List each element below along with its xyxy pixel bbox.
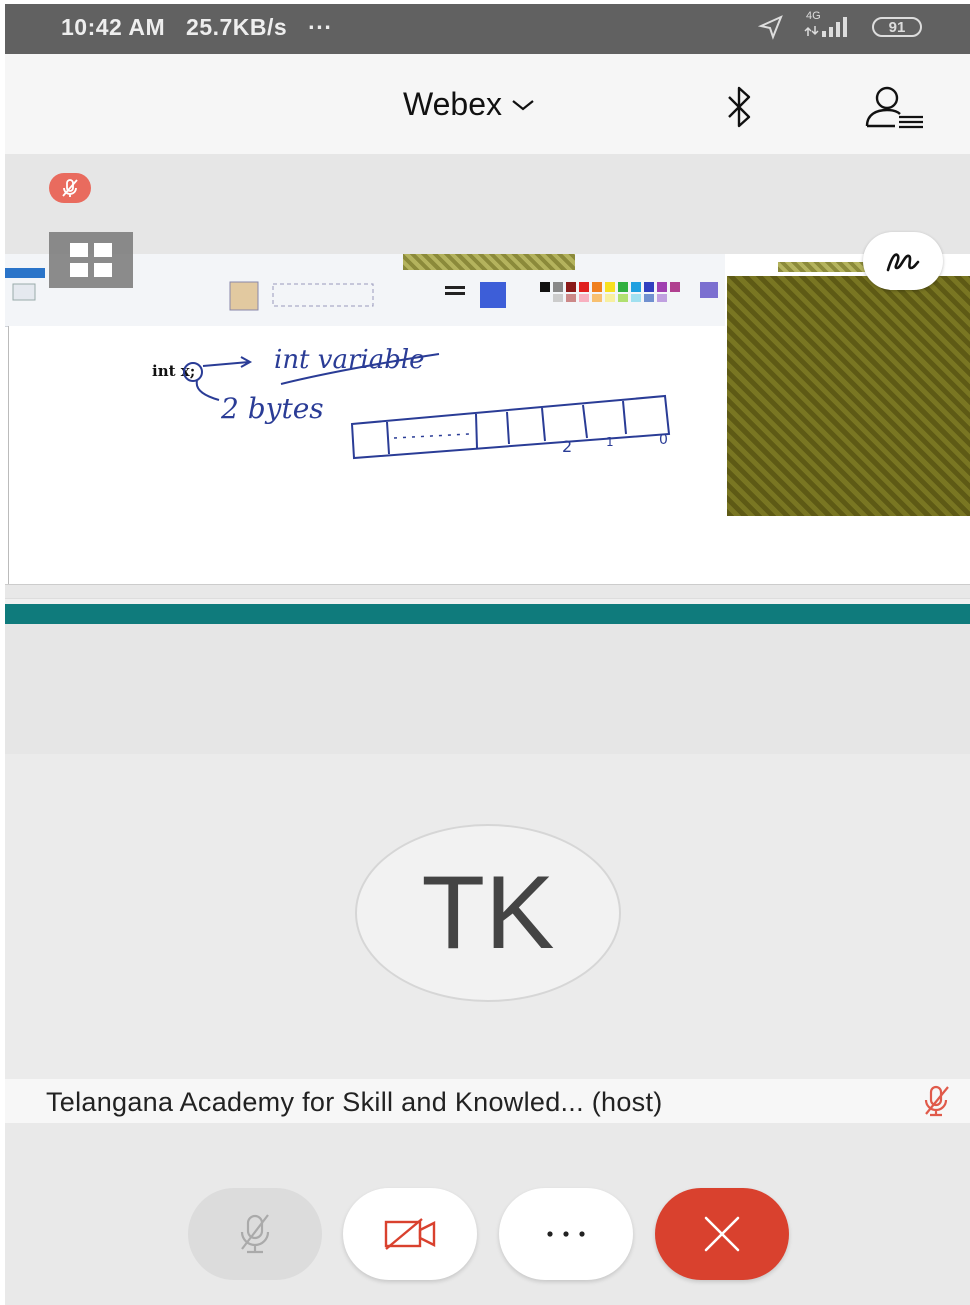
mic-muted-icon xyxy=(924,1085,949,1117)
handwritten-note-bytes: 2 bytes xyxy=(220,392,324,425)
active-speaker-panel: TK xyxy=(5,754,970,1079)
window-titlebar-pattern xyxy=(778,262,868,272)
app-title: Webex xyxy=(403,86,503,122)
signal-icon: 4G xyxy=(804,10,852,40)
desktop-background xyxy=(727,276,970,516)
bit-label: 2 xyxy=(562,437,572,456)
call-controls xyxy=(5,1123,970,1305)
avatar: TK xyxy=(355,824,621,1002)
windows-taskbar xyxy=(5,604,970,624)
mic-muted-icon xyxy=(240,1214,270,1254)
drawing-canvas: int x; int variable 2 bytes 2 1 0 xyxy=(8,326,725,584)
video-off-icon xyxy=(384,1218,436,1250)
end-call-button[interactable] xyxy=(655,1188,789,1280)
meeting-app-selector[interactable]: Webex xyxy=(403,86,536,123)
network-type: 4G xyxy=(806,10,821,22)
annotate-button[interactable] xyxy=(863,232,943,290)
handwriting-drawing: int x; int variable 2 bytes 2 1 0 xyxy=(152,345,671,460)
chevron-down-icon xyxy=(512,99,534,110)
start-video-button[interactable] xyxy=(343,1188,477,1280)
unmute-button[interactable] xyxy=(188,1188,322,1280)
avatar-initials: TK xyxy=(421,854,555,971)
presenter-muted-badge xyxy=(49,173,91,203)
grid-icon xyxy=(70,243,88,257)
close-icon xyxy=(704,1216,740,1252)
bit-label: 0 xyxy=(659,432,668,448)
screen-share-area: int x; int variable 2 bytes 2 1 0 xyxy=(5,154,970,754)
battery-indicator: 91 xyxy=(872,17,922,37)
bit-label: 1 xyxy=(606,435,614,449)
mic-muted-icon xyxy=(62,179,78,197)
participants-icon[interactable] xyxy=(863,84,927,130)
status-bar: 10:42 AM 25.7KB/s ··· 4G 91 xyxy=(5,4,970,54)
horizontal-scrollbar[interactable] xyxy=(5,584,970,599)
window-titlebar-pattern xyxy=(403,254,575,270)
bluetooth-icon[interactable] xyxy=(721,84,757,130)
more-options-button[interactable] xyxy=(499,1188,633,1280)
status-time: 10:42 AM xyxy=(61,14,166,40)
battery-level: 91 xyxy=(888,18,906,36)
participant-name-bar: Telangana Academy for Skill and Knowled.… xyxy=(5,1079,970,1123)
more-icon xyxy=(547,1231,585,1237)
layout-grid-button[interactable] xyxy=(49,232,133,288)
status-dots: ··· xyxy=(308,14,333,40)
app-frame: 10:42 AM 25.7KB/s ··· 4G 91 Webex int x;… xyxy=(5,4,970,1305)
status-speed: 25.7KB/s xyxy=(186,14,288,40)
location-icon xyxy=(758,15,783,40)
app-header: Webex xyxy=(5,54,970,154)
shared-screen-content: int x; int variable 2 bytes 2 1 0 xyxy=(5,254,970,624)
participant-name: Telangana Academy for Skill and Knowled.… xyxy=(46,1087,663,1117)
annotate-pen-icon xyxy=(886,253,920,272)
